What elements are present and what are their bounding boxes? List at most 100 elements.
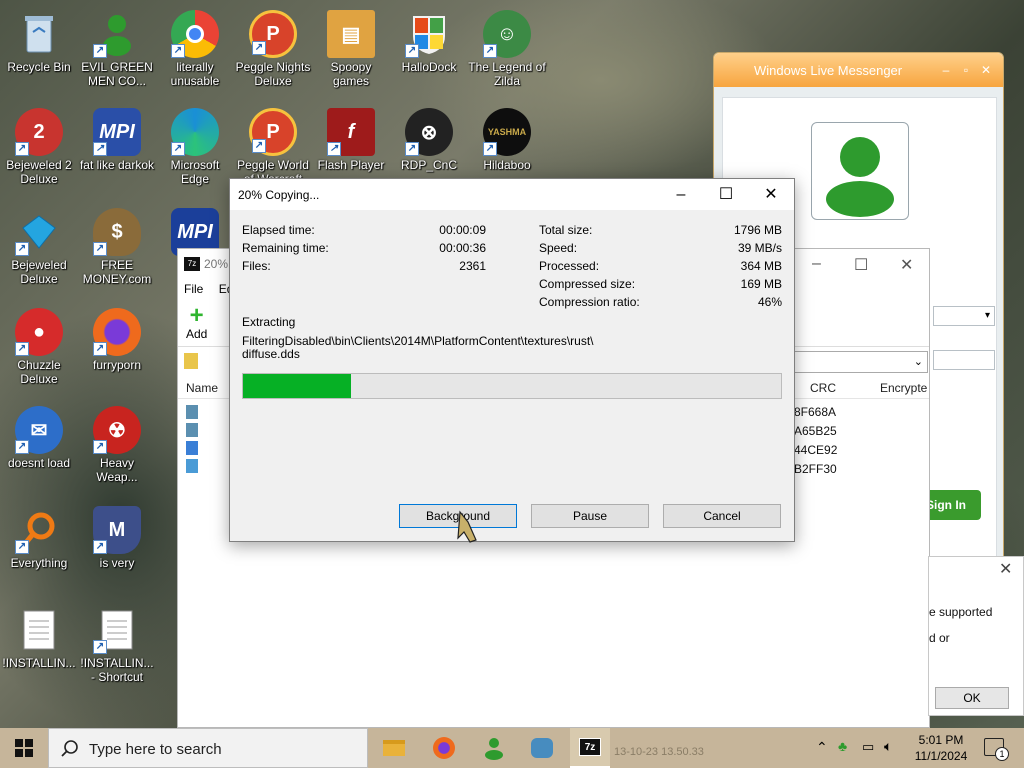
crc-value: 44CE92 — [794, 443, 838, 457]
search-placeholder: Type here to search — [89, 741, 222, 758]
desktop-icon-is-very[interactable]: M ↗ is very — [78, 502, 156, 594]
desktop-icon-hallodock[interactable]: ↗ HalloDock — [390, 6, 468, 98]
address-bar[interactable]: ⌄ — [794, 351, 928, 373]
file-icon — [186, 459, 198, 473]
processed-value: 364 MB — [740, 259, 782, 273]
close-icon[interactable]: ✕ — [900, 255, 913, 275]
desktop-icon-everything[interactable]: ↗ Everything — [0, 502, 78, 594]
shortcut-arrow-icon: ↗ — [483, 142, 497, 156]
shortcut-arrow-icon: ↗ — [405, 142, 419, 156]
taskbar-7zip[interactable]: 7z — [570, 728, 610, 768]
firefox-icon: ↗ — [93, 308, 141, 356]
text-file-icon — [15, 606, 63, 654]
crc-value: B2FF30 — [794, 462, 837, 476]
shortcut-arrow-icon: ↗ — [93, 142, 107, 156]
password-field[interactable] — [933, 350, 995, 370]
column-encrypted[interactable]: Encrypte — [880, 381, 927, 395]
desktop-icon-legend-of-zilda[interactable]: ☺ ↗ The Legend of Zilda — [468, 6, 546, 98]
shortcut-arrow-icon: ↗ — [15, 142, 29, 156]
desktop-icon-free-money[interactable]: $ ↗ FREE MONEY.com — [78, 204, 156, 296]
chevron-up-icon[interactable]: ⌃ — [816, 739, 828, 768]
messenger-buddy-icon: ↗ — [93, 10, 141, 58]
dialog-titlebar[interactable]: 20% Copying... – ☐ ✕ — [230, 179, 794, 210]
desktop-icon-bejeweled-deluxe[interactable]: ↗ Bejeweled Deluxe — [0, 204, 78, 296]
chrome-icon: ↗ — [171, 10, 219, 58]
desktop-icon-installing-shortcut[interactable]: ↗ !INSTALLIN... - Shortcut — [78, 602, 156, 694]
desktop-icon-heavy-weapon[interactable]: ☢ ↗ Heavy Weap... — [78, 402, 156, 494]
message-popup[interactable]: ✕ e supported d or OK — [928, 556, 1024, 716]
start-button[interactable] — [0, 728, 48, 768]
maximize-icon[interactable]: ▫ — [959, 63, 973, 77]
shortcut-arrow-icon: ↗ — [15, 242, 29, 256]
shortcut-arrow-icon: ↗ — [93, 440, 107, 454]
desktop-icon-chuzzle[interactable]: ● ↗ Chuzzle Deluxe — [0, 304, 78, 396]
avatar — [811, 122, 909, 220]
crc-value: 8F668A — [794, 405, 837, 419]
minimize-icon[interactable]: – — [658, 179, 704, 210]
compressed-size-label: Compressed size: — [539, 277, 636, 291]
messenger-titlebar[interactable]: Windows Live Messenger – ▫ ✕ — [714, 53, 1003, 87]
desktop-icon-fat-like-darkok[interactable]: MPI ↗ fat like darkok — [78, 104, 156, 196]
clock-date: 11/1/2024 — [914, 749, 968, 763]
taskbar-search[interactable]: Type here to search — [48, 728, 368, 768]
copy-progress-dialog[interactable]: 20% Copying... – ☐ ✕ Elapsed time: 00:00… — [229, 178, 795, 542]
shortcut-arrow-icon: ↗ — [93, 242, 107, 256]
close-icon[interactable]: ✕ — [999, 559, 1012, 579]
ok-button[interactable]: OK — [935, 687, 1009, 709]
close-icon[interactable]: ✕ — [748, 179, 794, 210]
total-size-label: Total size: — [539, 223, 593, 237]
desktop-icon-spoopy-games[interactable]: ▤ Spoopy games — [312, 6, 390, 98]
radiation-icon: ☢ ↗ — [93, 406, 141, 454]
desktop-icon-evil-green-men[interactable]: ↗ EVIL GREEN MEN CO... — [78, 6, 156, 98]
pause-button[interactable]: Pause — [531, 504, 649, 528]
elapsed-value: 00:00:09 — [439, 223, 486, 237]
recycle-bin-icon — [15, 10, 63, 58]
crc-value: A65B25 — [794, 424, 837, 438]
desktop-icon-furryporn[interactable]: ↗ furryporn — [78, 304, 156, 396]
files-label: Files: — [242, 259, 271, 273]
minimize-icon[interactable]: – — [939, 63, 953, 77]
taskbar-messenger[interactable] — [474, 728, 514, 768]
taskbar-clock[interactable]: 5:01 PM 11/1/2024 — [906, 732, 976, 764]
maximize-icon[interactable]: ☐ — [703, 179, 749, 210]
chevron-down-icon: ⌄ — [913, 356, 923, 368]
close-icon[interactable]: ✕ — [979, 63, 993, 77]
tray-messenger-icon[interactable]: ♣ — [838, 738, 847, 768]
shortcut-arrow-icon: ↗ — [15, 342, 29, 356]
desktop-icon-bejeweled-2[interactable]: 2 ↗ Bejeweled 2 Deluxe — [0, 104, 78, 196]
network-icon[interactable]: ▭ — [862, 739, 874, 768]
speed-label: Speed: — [539, 241, 578, 255]
current-file-path: FilteringDisabled\bin\Clients\2014M\Plat… — [242, 334, 594, 348]
taskbar-file-explorer[interactable] — [374, 728, 414, 768]
taskbar-godot[interactable] — [522, 728, 562, 768]
desktop-icon-chrome[interactable]: ↗ literally unusable — [156, 6, 234, 98]
shortcut-arrow-icon: ↗ — [252, 139, 266, 153]
flash-icon: f ↗ — [327, 108, 375, 156]
cancel-button[interactable]: Cancel — [663, 504, 781, 528]
folder-up-icon[interactable] — [184, 353, 198, 369]
clock-time: 5:01 PM — [918, 733, 964, 747]
desktop-icon-recycle-bin[interactable]: Recycle Bin — [0, 6, 78, 98]
peggle-icon: P ↗ — [249, 108, 297, 156]
add-button[interactable]: + Add — [186, 304, 207, 342]
menu-file[interactable]: File — [184, 282, 203, 296]
files-value: 2361 — [459, 259, 486, 273]
taskbar-firefox[interactable] — [424, 728, 464, 768]
desktop-icon-peggle-nights[interactable]: P ↗ Peggle Nights Deluxe — [234, 6, 312, 98]
notifications-icon[interactable]: 1 — [984, 738, 1009, 761]
messenger-buddy-icon — [485, 738, 503, 760]
desktop-icon-installing[interactable]: !INSTALLIN... — [0, 602, 78, 694]
volume-icon[interactable]: 🔈︎ — [884, 738, 892, 768]
status-dropdown[interactable]: ▾ — [933, 306, 995, 326]
7zip-logo-icon: 7z — [184, 257, 200, 271]
firefox-icon — [433, 737, 455, 759]
column-name[interactable]: Name — [186, 381, 218, 395]
desktop-icon-thunderbird[interactable]: ✉ ↗ doesnt load — [0, 402, 78, 494]
column-crc[interactable]: CRC — [810, 381, 836, 395]
zip-menu-bar: File Ed — [184, 282, 233, 296]
speed-value: 39 MB/s — [737, 241, 782, 255]
minimize-icon[interactable]: – — [812, 255, 821, 273]
buddy-avatar-icon — [826, 137, 894, 217]
maximize-icon[interactable]: ☐ — [854, 255, 868, 275]
desktop-icon-edge[interactable]: ↗ Microsoft Edge — [156, 104, 234, 196]
